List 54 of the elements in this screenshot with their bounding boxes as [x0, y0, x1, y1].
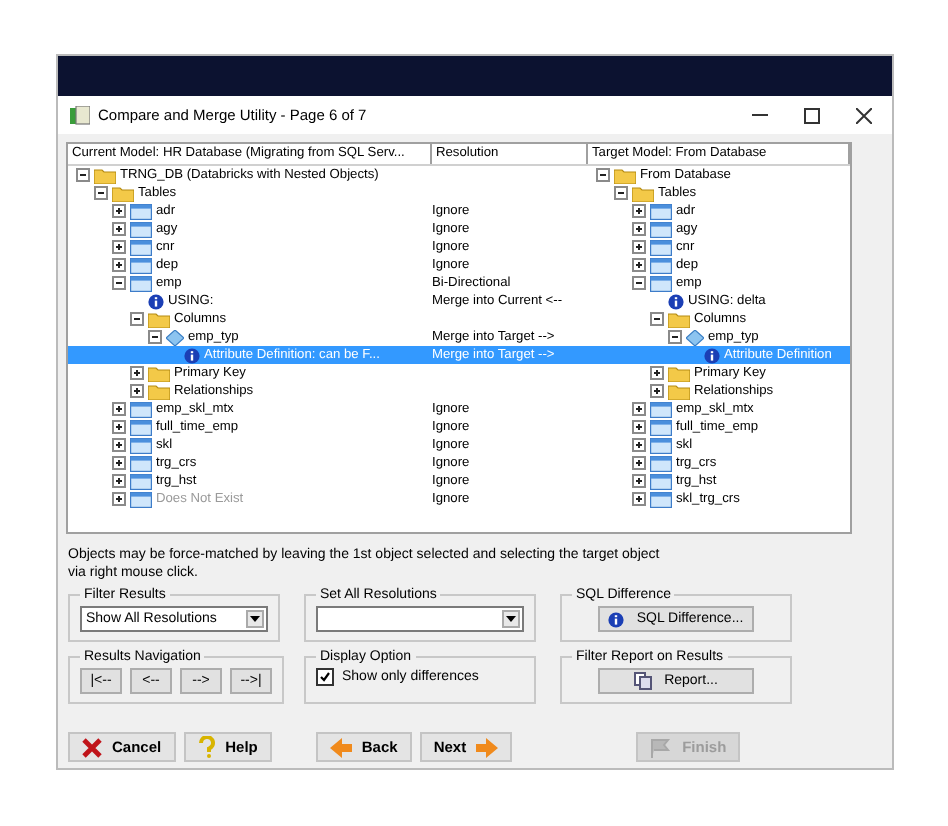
collapse-icon[interactable]: [148, 330, 162, 344]
close-icon: [82, 737, 102, 757]
expand-icon[interactable]: [632, 492, 646, 506]
caret-icon: [250, 616, 260, 622]
collapse-icon[interactable]: [76, 168, 90, 182]
info-icon: [668, 293, 684, 309]
caret-icon: [506, 616, 516, 622]
expand-icon[interactable]: [632, 474, 646, 488]
expand-icon[interactable]: [632, 258, 646, 272]
expand-icon[interactable]: [632, 204, 646, 218]
flag-icon: [650, 737, 673, 757]
folder-icon: [148, 311, 170, 327]
right-arrow-icon: [476, 737, 499, 757]
collapse-icon[interactable]: [650, 312, 664, 326]
expand-icon[interactable]: [112, 438, 126, 452]
expand-icon[interactable]: [632, 402, 646, 416]
expand-icon[interactable]: [112, 240, 126, 254]
collapse-icon[interactable]: [130, 312, 144, 326]
collapse-icon[interactable]: [668, 330, 682, 344]
folder-icon: [668, 311, 690, 327]
expand-icon[interactable]: [112, 258, 126, 272]
expand-icon[interactable]: [112, 204, 126, 218]
expand-icon[interactable]: [130, 366, 144, 380]
close-icon[interactable]: [856, 107, 872, 123]
collapse-icon[interactable]: [614, 186, 628, 200]
resolution-dropdown[interactable]: [316, 606, 524, 632]
expand-icon[interactable]: [112, 420, 126, 434]
expand-icon[interactable]: [632, 420, 646, 434]
expand-icon[interactable]: [650, 366, 664, 380]
left-arrow-icon: [329, 737, 352, 757]
expand-icon[interactable]: [130, 384, 144, 398]
expand-icon[interactable]: [112, 456, 126, 470]
expand-icon[interactable]: [632, 438, 646, 452]
checkbox[interactable]: [316, 668, 334, 686]
collapse-icon[interactable]: [94, 186, 108, 200]
info-icon: [608, 611, 625, 627]
expand-icon[interactable]: [650, 384, 664, 398]
info-icon: [148, 293, 164, 309]
expand-icon[interactable]: [632, 456, 646, 470]
info-icon: [184, 347, 200, 363]
collapse-icon[interactable]: [112, 276, 126, 290]
expand-icon[interactable]: [112, 222, 126, 236]
maximize-icon[interactable]: [804, 107, 820, 123]
expand-icon[interactable]: [632, 240, 646, 254]
collapse-icon[interactable]: [632, 276, 646, 290]
info-icon: [704, 347, 720, 363]
help-icon: [197, 736, 216, 758]
document-icon: [634, 672, 653, 690]
expand-icon[interactable]: [112, 474, 126, 488]
expand-icon[interactable]: [632, 222, 646, 236]
expand-icon[interactable]: [112, 402, 126, 416]
collapse-icon[interactable]: [596, 168, 610, 182]
app-icon: [70, 105, 90, 125]
expand-icon[interactable]: [112, 492, 126, 506]
